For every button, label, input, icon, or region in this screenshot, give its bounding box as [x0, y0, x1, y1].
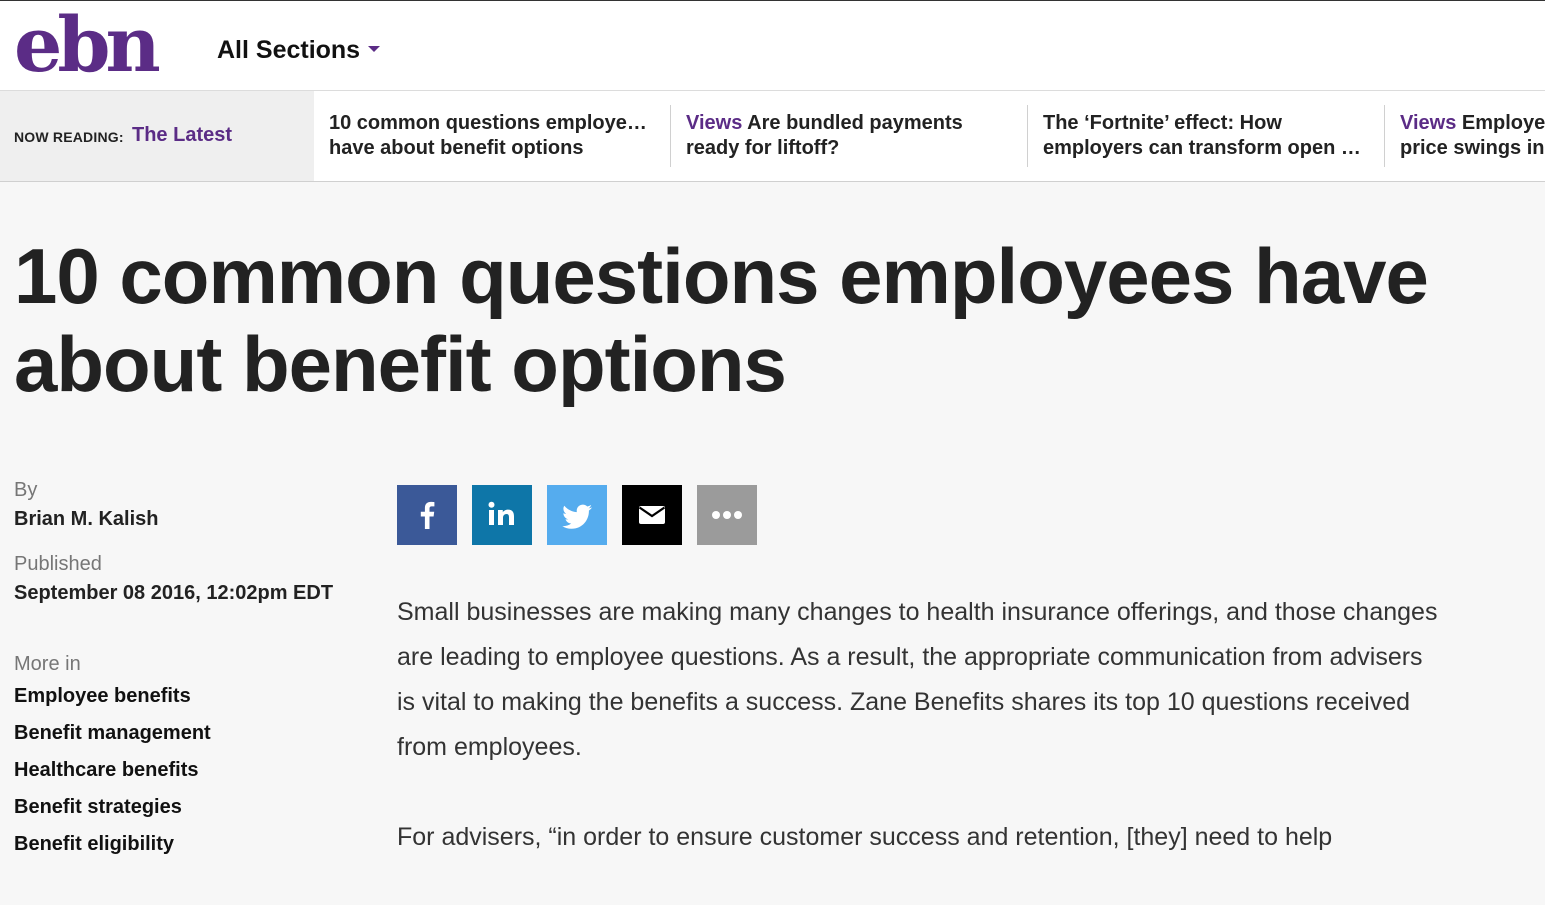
site-header: ebn All Sections: [0, 0, 1545, 91]
email-icon: [638, 506, 666, 524]
published-date: September 08 2016, 12:02pm EDT: [14, 582, 334, 604]
article-paragraph: For advisers, “in order to ensure custom…: [397, 823, 1333, 851]
now-reading-item-line2: employers can transform open enrollment: [1043, 137, 1363, 159]
facebook-share-button[interactable]: [397, 485, 457, 545]
more-in-link[interactable]: Employee benefits: [14, 678, 374, 715]
now-reading-item[interactable]: Views Are bundled payments ready for lif…: [670, 105, 1010, 167]
now-reading-item-line2: price swings in health care: [1400, 137, 1545, 159]
now-reading-bar: NOW READING: The Latest 10 common questi…: [0, 91, 1545, 182]
now-reading-label: NOW READING:: [14, 129, 124, 145]
more-in-label: More in: [14, 653, 81, 675]
twitter-icon: [562, 504, 592, 529]
author-link[interactable]: Brian M. Kalish: [14, 504, 374, 534]
more-share-button[interactable]: [697, 485, 757, 545]
now-reading-item-line1: The ‘Fortnite’ effect: How: [1043, 112, 1282, 134]
byline-label: By: [14, 479, 38, 501]
all-sections-label: All Sections: [217, 36, 361, 64]
ebn-logo[interactable]: ebn: [14, 5, 161, 85]
published-label: Published: [14, 553, 102, 575]
email-share-button[interactable]: [622, 485, 682, 545]
article-body: Small businesses are making many changes…: [397, 590, 1447, 905]
chevron-down-icon: [368, 46, 381, 53]
now-reading-section-link[interactable]: The Latest: [132, 124, 232, 147]
article-title: 10 common questions employees have about…: [14, 232, 1429, 408]
now-reading-item-line2: have about benefit options: [329, 137, 584, 159]
all-sections-menu[interactable]: All Sections: [217, 33, 381, 67]
more-in-link[interactable]: Benefit strategies: [14, 789, 374, 826]
more-in-link[interactable]: Benefit management: [14, 715, 374, 752]
linkedin-icon: [488, 501, 514, 525]
now-reading-item-line2: ready for liftoff?: [686, 137, 840, 159]
more-in-link[interactable]: Benefit eligibility: [14, 826, 374, 863]
more-in-list: Employee benefits Benefit management Hea…: [14, 678, 374, 863]
views-tag: Views: [686, 112, 743, 134]
article-meta: By Brian M. Kalish Published September 0…: [14, 476, 374, 863]
now-reading-label-box: NOW READING: The Latest: [0, 91, 314, 181]
more-in-link[interactable]: Healthcare benefits: [14, 752, 374, 789]
facebook-icon: [420, 501, 435, 529]
now-reading-item[interactable]: Views Employees feel price swings in hea…: [1384, 105, 1545, 167]
views-tag: Views: [1400, 112, 1457, 134]
now-reading-item-line1: 10 common questions employees: [329, 112, 649, 134]
article-paragraph: Small businesses are making many changes…: [397, 598, 1438, 761]
now-reading-item[interactable]: 10 common questions employees have about…: [314, 105, 654, 167]
now-reading-item-line1: Employees feel: [1461, 112, 1545, 134]
more-icon: [712, 511, 742, 519]
now-reading-item[interactable]: The ‘Fortnite’ effect: How employers can…: [1027, 105, 1367, 167]
linkedin-share-button[interactable]: [472, 485, 532, 545]
twitter-share-button[interactable]: [547, 485, 607, 545]
now-reading-item-line1: Are bundled payments: [742, 112, 963, 134]
